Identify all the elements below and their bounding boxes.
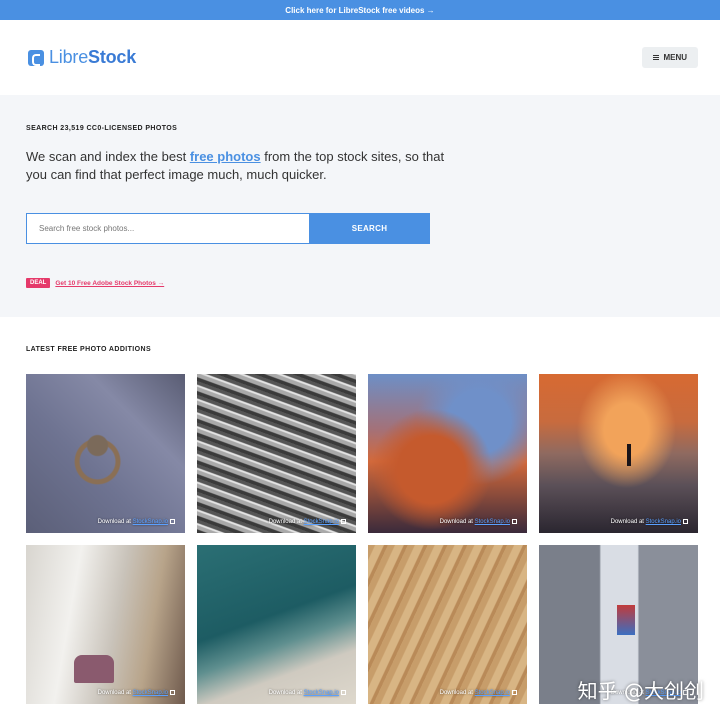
watermark: 知乎 @大创创 xyxy=(577,679,704,703)
external-link-icon xyxy=(512,690,517,695)
photo-count: SEARCH 23,519 CC0-LICENSED PHOTOS xyxy=(26,125,178,132)
logo-libre: Libre xyxy=(49,47,89,67)
download-link[interactable]: Download at StockSnap.io xyxy=(440,519,517,525)
source-link[interactable]: StockSnap.io xyxy=(304,690,339,696)
search-input[interactable] xyxy=(26,213,309,244)
download-prefix: Download at xyxy=(439,519,475,525)
download-prefix: Download at xyxy=(439,690,475,696)
menu-label: MENU xyxy=(663,53,687,62)
logo[interactable]: LibreStock xyxy=(28,47,136,68)
external-link-icon xyxy=(341,690,346,695)
external-link-icon xyxy=(170,690,175,695)
download-prefix: Download at xyxy=(97,690,133,696)
photo-sunset-clouds[interactable]: Download at StockSnap.io xyxy=(368,374,527,533)
external-link-icon xyxy=(683,519,688,524)
download-link[interactable]: Download at StockSnap.io xyxy=(440,690,517,696)
source-link[interactable]: StockSnap.io xyxy=(646,519,681,525)
external-link-icon xyxy=(341,519,346,524)
latest-photos-section: LATEST FREE PHOTO ADDITIONS Download at … xyxy=(0,317,720,704)
download-link[interactable]: Download at StockSnap.io xyxy=(269,690,346,696)
external-link-icon xyxy=(170,519,175,524)
deal-badge: DEAL xyxy=(26,278,51,288)
source-link[interactable]: StockSnap.io xyxy=(304,519,339,525)
hero-description: We scan and index the best free photos f… xyxy=(26,148,446,184)
person-silhouette xyxy=(627,444,631,466)
photo-yoga[interactable]: Download at StockSnap.io xyxy=(26,545,185,704)
download-link[interactable]: Download at StockSnap.io xyxy=(98,519,175,525)
hero-section: SEARCH 23,519 CC0-LICENSED PHOTOS We sca… xyxy=(0,95,720,317)
search-button[interactable]: SEARCH xyxy=(309,213,430,244)
download-prefix: Download at xyxy=(268,519,304,525)
photo-grid: Download at StockSnap.io Download at Sto… xyxy=(26,374,698,704)
photo-nails[interactable]: Download at StockSnap.io xyxy=(197,374,356,533)
hamburger-icon xyxy=(653,55,660,60)
section-title: LATEST FREE PHOTO ADDITIONS xyxy=(26,346,152,353)
logo-stock: Stock xyxy=(88,47,137,67)
search-form: SEARCH xyxy=(26,213,430,244)
source-link[interactable]: StockSnap.io xyxy=(475,519,510,525)
download-prefix: Download at xyxy=(610,519,646,525)
source-link[interactable]: StockSnap.io xyxy=(133,690,168,696)
download-link[interactable]: Download at StockSnap.io xyxy=(98,690,175,696)
logo-text: LibreStock xyxy=(49,47,136,68)
menu-button[interactable]: MENU xyxy=(642,47,698,68)
download-prefix: Download at xyxy=(97,519,133,525)
free-photos-link[interactable]: free photos xyxy=(190,149,261,164)
wall-art xyxy=(617,605,635,635)
top-announcement-bar[interactable]: Click here for LibreStock free videos → xyxy=(0,0,720,20)
adobe-deal-link[interactable]: Get 10 Free Adobe Stock Photos → xyxy=(55,280,164,287)
photo-door-knocker[interactable]: Download at StockSnap.io xyxy=(26,374,185,533)
photo-ocean-shore[interactable]: Download at StockSnap.io xyxy=(197,545,356,704)
source-link[interactable]: StockSnap.io xyxy=(475,690,510,696)
external-link-icon xyxy=(512,519,517,524)
photo-wood-grain[interactable]: Download at StockSnap.io xyxy=(368,545,527,704)
site-header: LibreStock MENU xyxy=(0,20,720,95)
source-link[interactable]: StockSnap.io xyxy=(133,519,168,525)
download-link[interactable]: Download at StockSnap.io xyxy=(269,519,346,525)
download-link[interactable]: Download at StockSnap.io xyxy=(611,519,688,525)
photo-foggy-sunset[interactable]: Download at StockSnap.io xyxy=(539,374,698,533)
download-prefix: Download at xyxy=(268,690,304,696)
free-videos-link[interactable]: Click here for LibreStock free videos → xyxy=(285,6,434,15)
deal-banner: DEAL Get 10 Free Adobe Stock Photos → xyxy=(26,278,164,288)
yoga-figure xyxy=(74,655,114,683)
hero-text-before: We scan and index the best xyxy=(26,149,190,164)
librestock-logo-icon xyxy=(28,49,44,66)
